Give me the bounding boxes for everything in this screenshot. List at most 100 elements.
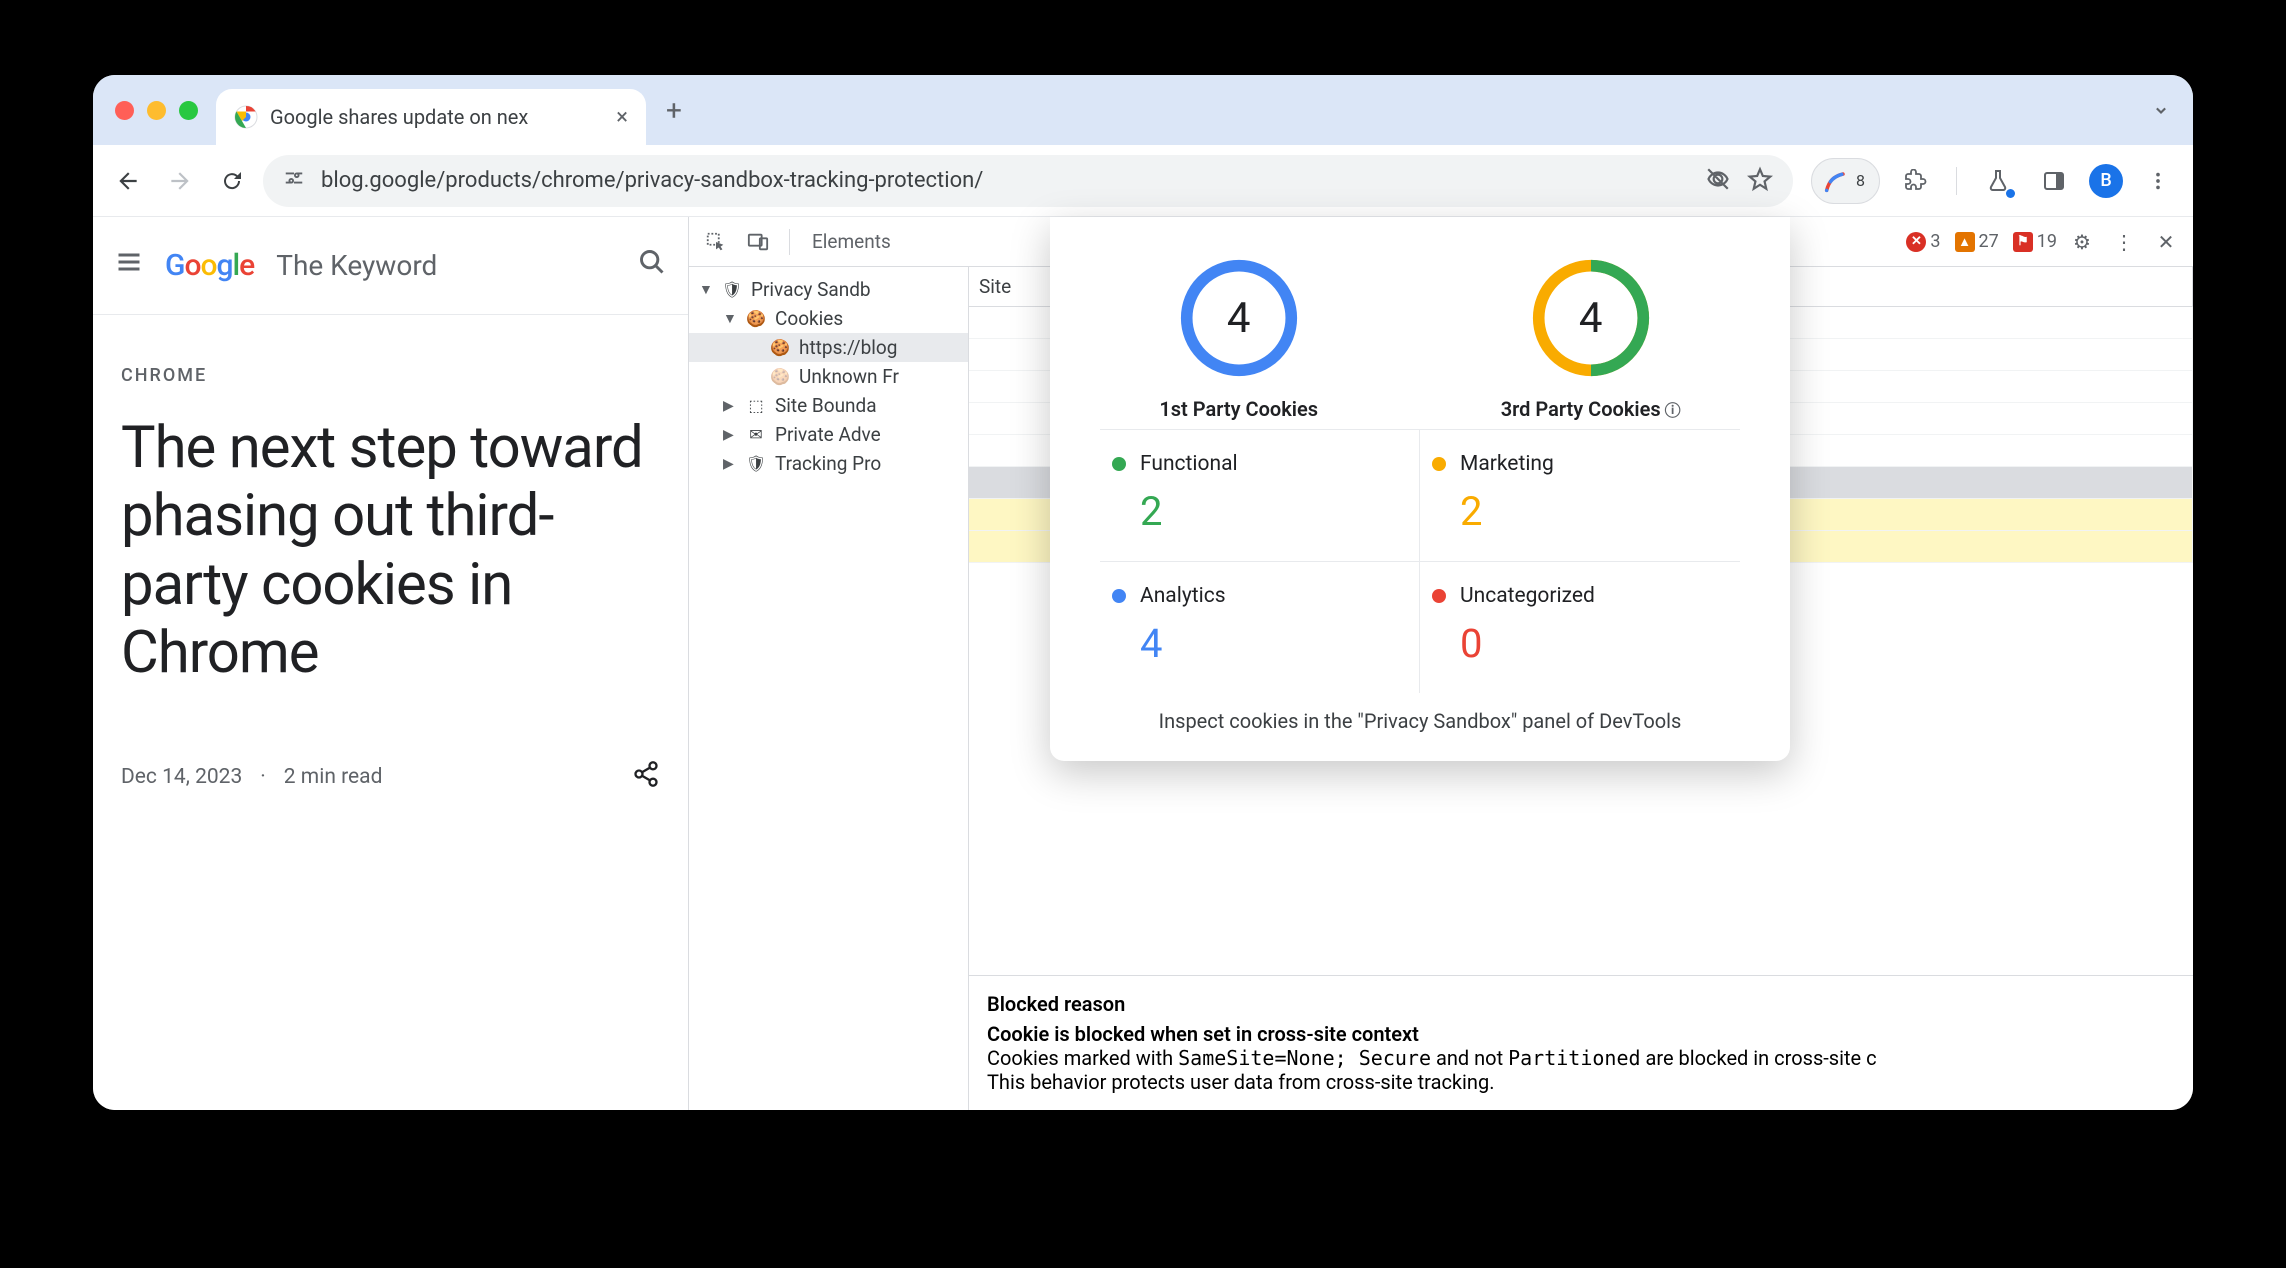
category-dot-icon bbox=[1112, 589, 1126, 603]
first-party-label: 1st Party Cookies bbox=[1159, 397, 1318, 421]
category-name: Analytics bbox=[1140, 584, 1226, 608]
devtools-tabs: Elements bbox=[804, 230, 891, 253]
extension-popover: 4 1st Party Cookies 4 3rd Party Cookiesⓘ… bbox=[1050, 217, 1790, 761]
google-logo[interactable]: Google bbox=[165, 248, 254, 283]
error-count[interactable]: ✕3 bbox=[1906, 231, 1940, 252]
first-party-donut: 4 1st Party Cookies bbox=[1159, 257, 1318, 421]
donut-row: 4 1st Party Cookies 4 3rd Party Cookiesⓘ bbox=[1068, 245, 1772, 429]
blocked-body: Cookies marked with SameSite=None; Secur… bbox=[987, 1046, 2175, 1070]
labs-button[interactable] bbox=[1977, 160, 2019, 202]
minimize-window-button[interactable] bbox=[147, 101, 166, 120]
browser-window: Google shares update on nex × + blog.goo… bbox=[93, 75, 2193, 1110]
cookie-icon: 🍪 bbox=[745, 308, 767, 330]
site-section[interactable]: The Keyword bbox=[276, 249, 437, 282]
issue-count[interactable]: ⚑19 bbox=[2013, 231, 2057, 252]
warning-count[interactable]: ▲27 bbox=[1955, 231, 1999, 252]
reload-button[interactable] bbox=[211, 160, 253, 202]
category-value: 4 bbox=[1140, 620, 1407, 667]
sandbox-icon: 🛡 bbox=[721, 279, 743, 301]
tree-item[interactable]: ▶🛡Tracking Pro bbox=[689, 449, 968, 478]
blocked-body-line2: This behavior protects user data from cr… bbox=[987, 1070, 2175, 1094]
category-cell: Functional 2 bbox=[1100, 429, 1420, 561]
tree-item[interactable]: ▶⬚Site Bounda bbox=[689, 391, 968, 420]
category-value: 2 bbox=[1140, 488, 1407, 535]
devtools-more-button[interactable]: ⋮ bbox=[2107, 225, 2141, 259]
article-date: Dec 14, 2023 bbox=[121, 765, 242, 789]
tree-item[interactable]: 🍪https://blog bbox=[689, 333, 968, 362]
sidebar-tree: ▼🛡Privacy Sandb▼🍪Cookies🍪https://blog🍪Un… bbox=[689, 267, 969, 1110]
browser-tab[interactable]: Google shares update on nex × bbox=[216, 89, 646, 145]
extension-badge-count: 8 bbox=[1856, 171, 1865, 190]
article-meta: Dec 14, 2023 · 2 min read bbox=[121, 760, 660, 795]
devtools-issue-counts: ✕3 ▲27 ⚑19 bbox=[1906, 231, 2057, 252]
favicon-icon bbox=[234, 105, 258, 129]
category-grid: Functional 2 Marketing 2 Analytics 4 Uncategor… bbox=[1068, 429, 1772, 693]
tab-title: Google shares update on nex bbox=[270, 105, 604, 129]
article-headline: The next step toward phasing out third-p… bbox=[121, 414, 660, 688]
new-tab-button[interactable]: + bbox=[666, 94, 682, 127]
tree-item[interactable]: 🍪Unknown Fr bbox=[689, 362, 968, 391]
column-site[interactable]: Site bbox=[969, 267, 1059, 306]
category-name: Marketing bbox=[1460, 452, 1554, 476]
blocked-title: Cookie is blocked when set in cross-site… bbox=[987, 1022, 2175, 1046]
category-dot-icon bbox=[1432, 589, 1446, 603]
meta-separator: · bbox=[260, 765, 266, 789]
article: CHROME The next step toward phasing out … bbox=[93, 315, 688, 845]
tab-search-button[interactable] bbox=[2141, 90, 2181, 130]
extension-popup-trigger[interactable]: 8 bbox=[1811, 158, 1880, 204]
eye-off-icon[interactable] bbox=[1705, 166, 1731, 196]
third-party-donut: 4 3rd Party Cookiesⓘ bbox=[1501, 257, 1681, 421]
devtools-settings-button[interactable]: ⚙ bbox=[2065, 225, 2099, 259]
tree-item[interactable]: ▼🍪Cookies bbox=[689, 304, 968, 333]
maximize-window-button[interactable] bbox=[179, 101, 198, 120]
category-name: Functional bbox=[1140, 452, 1238, 476]
category-dot-icon bbox=[1432, 457, 1446, 471]
category-cell: Marketing 2 bbox=[1420, 429, 1740, 561]
devtools-close-button[interactable]: ✕ bbox=[2149, 225, 2183, 259]
cookie-icon: 🍪 bbox=[769, 337, 791, 359]
omnibox[interactable]: blog.google/products/chrome/privacy-sand… bbox=[263, 155, 1793, 207]
tree-item[interactable]: ▼🛡Privacy Sandb bbox=[689, 275, 968, 304]
category-cell: Analytics 4 bbox=[1100, 561, 1420, 693]
hamburger-menu-button[interactable] bbox=[115, 248, 143, 284]
category-dot-icon bbox=[1112, 457, 1126, 471]
category-value: 0 bbox=[1460, 620, 1728, 667]
blocked-reason-panel: Blocked reason Cookie is blocked when se… bbox=[969, 975, 2193, 1110]
device-mode-button[interactable] bbox=[741, 225, 775, 259]
close-window-button[interactable] bbox=[115, 101, 134, 120]
back-button[interactable] bbox=[107, 160, 149, 202]
extensions-button[interactable] bbox=[1894, 160, 1936, 202]
category-value: 2 bbox=[1460, 488, 1728, 535]
first-party-value: 4 bbox=[1178, 257, 1300, 379]
bookmark-star-icon[interactable] bbox=[1747, 166, 1773, 196]
inspect-element-button[interactable] bbox=[699, 225, 733, 259]
share-button[interactable] bbox=[632, 760, 660, 795]
site-settings-icon[interactable] bbox=[283, 167, 305, 194]
profile-avatar[interactable]: B bbox=[2089, 164, 2123, 198]
window-controls bbox=[105, 101, 216, 120]
bound-icon: ⬚ bbox=[745, 395, 767, 417]
blocked-heading: Blocked reason bbox=[987, 992, 2175, 1016]
popover-footer: Inspect cookies in the "Privacy Sandbox"… bbox=[1068, 693, 1772, 733]
breadcrumb[interactable]: CHROME bbox=[121, 365, 660, 386]
site-header: Google The Keyword bbox=[93, 217, 688, 315]
sidepanel-button[interactable] bbox=[2033, 160, 2075, 202]
web-page: Google The Keyword CHROME The next step … bbox=[93, 217, 688, 1110]
forward-button[interactable] bbox=[159, 160, 201, 202]
category-cell: Uncategorized 0 bbox=[1420, 561, 1740, 693]
tab-close-button[interactable]: × bbox=[616, 105, 628, 130]
toolbar: blog.google/products/chrome/privacy-sand… bbox=[93, 145, 2193, 217]
search-button[interactable] bbox=[638, 248, 666, 283]
ads-icon: ✉ bbox=[745, 424, 767, 446]
url-text: blog.google/products/chrome/privacy-sand… bbox=[321, 168, 1689, 193]
third-party-value: 4 bbox=[1530, 257, 1652, 379]
category-name: Uncategorized bbox=[1460, 584, 1595, 608]
toolbar-actions: 8 B bbox=[1803, 158, 2179, 204]
info-icon[interactable]: ⓘ bbox=[1665, 401, 1681, 420]
cookie-faded-icon: 🍪 bbox=[769, 366, 791, 388]
third-party-label: 3rd Party Cookiesⓘ bbox=[1501, 397, 1681, 421]
devtools-tab-elements[interactable]: Elements bbox=[812, 230, 891, 253]
tree-item[interactable]: ▶✉Private Adve bbox=[689, 420, 968, 449]
tab-strip: Google shares update on nex × + bbox=[93, 75, 2193, 145]
chrome-menu-button[interactable] bbox=[2137, 160, 2179, 202]
